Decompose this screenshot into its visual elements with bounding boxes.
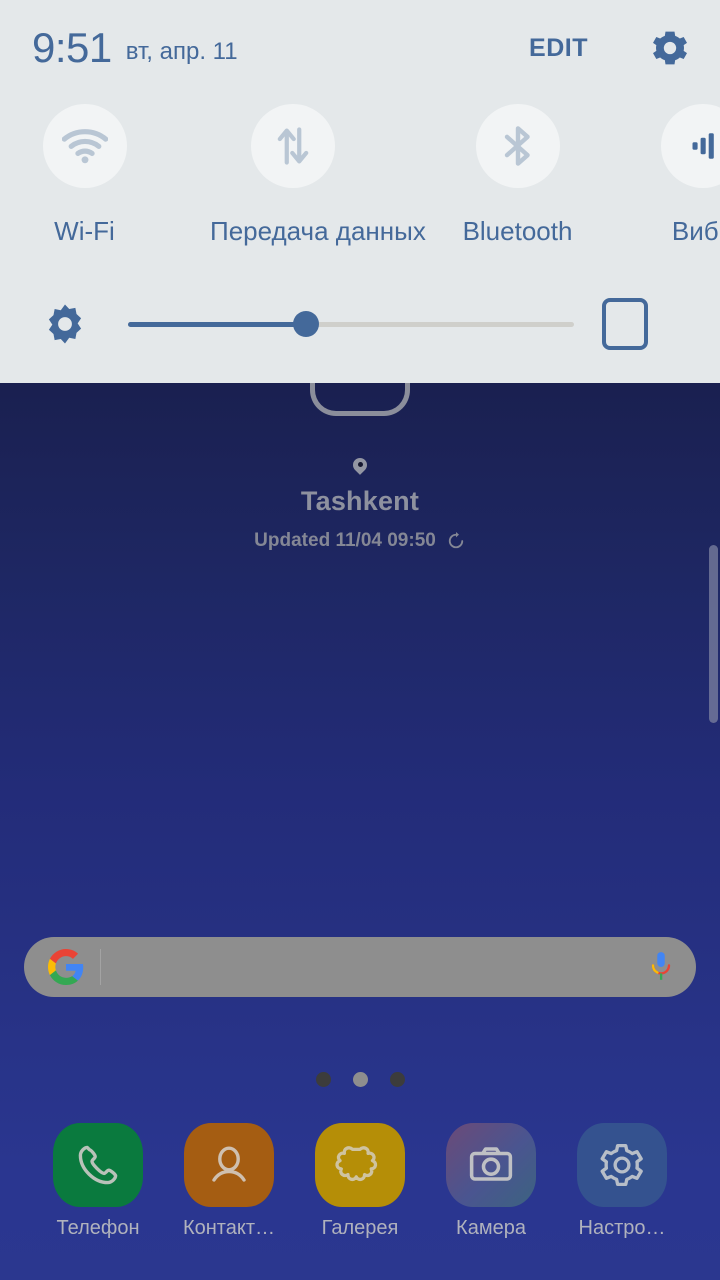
camera-icon: [446, 1123, 536, 1207]
dock-item-gallery[interactable]: Галерея: [311, 1123, 409, 1240]
quick-settings-tiles: Wi-Fi Передача данных Bluetooth Виб: [0, 96, 720, 276]
dock-label-settings: Настро…: [578, 1217, 666, 1239]
app-dock: Телефон Контакт… Галерея Камера Настро…: [0, 1123, 720, 1240]
slider-thumb[interactable]: [293, 311, 320, 337]
dock-label-gallery: Галерея: [321, 1217, 399, 1239]
contacts-icon: [184, 1123, 274, 1207]
brightness-sun-icon[interactable]: [42, 301, 88, 347]
google-g-logo: [48, 949, 84, 985]
qs-tile-bluetooth[interactable]: Bluetooth: [435, 96, 600, 247]
google-search-bar[interactable]: [24, 937, 696, 997]
page-dot-1[interactable]: [315, 1072, 331, 1087]
weather-updated-row: Updated 11/04 09:50: [0, 530, 720, 552]
page-dot-3[interactable]: [389, 1072, 405, 1087]
tile-label-vibrate: Вибр: [671, 216, 720, 246]
tile-label-data-transfer: Передача данных: [210, 216, 426, 246]
tile-circle-bluetooth: [475, 104, 560, 188]
tile-circle-wifi: [42, 104, 127, 188]
tile-circle-vibrate: [660, 104, 720, 188]
page-dot-2[interactable]: [352, 1072, 368, 1087]
dock-item-camera[interactable]: Камера: [442, 1123, 540, 1240]
weather-city: Tashkent: [300, 486, 420, 516]
brightness-slider[interactable]: [128, 311, 574, 337]
quick-settings-header: 9:51 вт, апр. 11 EDIT: [0, 0, 720, 96]
gear-icon[interactable]: [650, 28, 690, 68]
dock-label-phone: Телефон: [56, 1217, 140, 1239]
quick-settings-panel: 9:51 вт, апр. 11 EDIT Wi-Fi Передача дан…: [0, 0, 720, 383]
dock-item-contacts[interactable]: Контакт…: [180, 1123, 278, 1240]
qs-tile-data-transfer[interactable]: Передача данных: [210, 96, 426, 247]
brightness-row: [0, 288, 720, 360]
tile-circle-data-transfer: [250, 104, 335, 188]
clock-date: вт, апр. 11: [125, 38, 238, 65]
qs-tile-vibrate[interactable]: Вибр: [620, 96, 720, 247]
location-pin-icon: [353, 458, 367, 472]
weather-widget[interactable]: Tashkent Updated 11/04 09:50: [0, 370, 720, 552]
page-indicator-dots: [0, 1072, 720, 1087]
wifi-icon: [61, 129, 108, 164]
tile-label-bluetooth: Bluetooth: [462, 216, 573, 246]
edit-button[interactable]: EDIT: [529, 34, 588, 63]
weather-updated-text: Updated 11/04 09:50: [254, 530, 436, 551]
phone-icon: [53, 1123, 143, 1207]
bluetooth-icon: [504, 126, 530, 166]
refresh-icon[interactable]: [446, 531, 466, 551]
tile-label-wifi: Wi-Fi: [54, 216, 115, 246]
clock-time: 9:51: [32, 24, 112, 71]
phone-screen: Tashkent Updated 11/04 09:50 Телефон Кон…: [0, 0, 720, 1280]
page-scrollbar[interactable]: [709, 545, 718, 723]
data-transfer-icon: [277, 127, 308, 165]
gallery-icon: [315, 1123, 405, 1207]
dock-label-camera: Камера: [456, 1217, 526, 1239]
settings-icon: [577, 1123, 667, 1207]
dock-item-settings[interactable]: Настро…: [573, 1123, 671, 1240]
search-input[interactable]: [101, 955, 648, 979]
dock-label-contacts: Контакт…: [182, 1217, 275, 1239]
slider-fill: [128, 322, 307, 327]
microphone-icon[interactable]: [648, 951, 674, 983]
auto-brightness-toggle[interactable]: [602, 298, 648, 350]
dock-item-phone[interactable]: Телефон: [49, 1123, 147, 1240]
vibrate-icon: [692, 133, 714, 159]
qs-tile-wifi[interactable]: Wi-Fi: [2, 96, 167, 247]
